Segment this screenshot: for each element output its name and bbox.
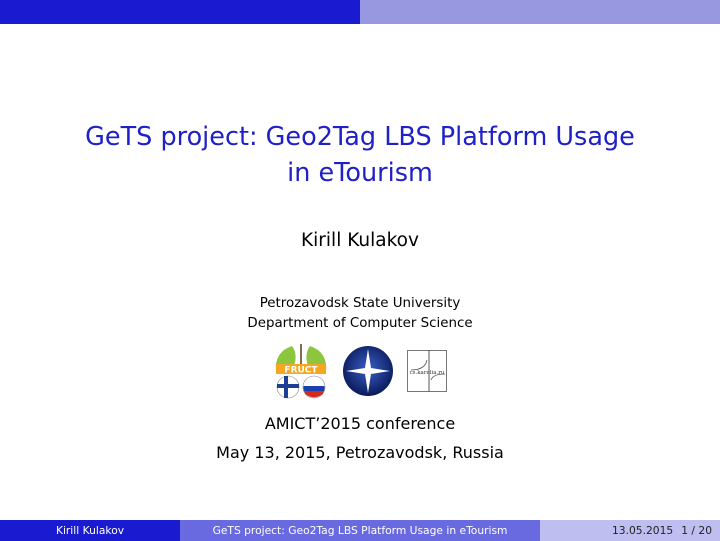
event-info: AMICT’2015 conference May 13, 2015, Petr… — [0, 409, 720, 467]
header-bar-right — [360, 0, 720, 24]
header-bar-left — [0, 0, 360, 24]
institute-line1: Petrozavodsk State University — [259, 296, 461, 311]
footer-page-number: 1 / 20 — [681, 524, 712, 537]
footer-date: 13.05.2015 — [612, 524, 674, 537]
footer-author: Kirill Kulakov — [0, 520, 180, 541]
footer-right: 13.05.2015 1 / 20 — [540, 520, 720, 541]
cs-karelia-logo: cs.karelia.ru — [407, 350, 447, 392]
event-line2: May 13, 2015, Petrozavodsk, Russia — [216, 443, 504, 462]
footer-title: GeTS project: Geo2Tag LBS Platform Usage… — [180, 520, 540, 541]
institute-line2: Department of Computer Science — [247, 315, 473, 331]
slide-title-line2: in eTourism — [287, 158, 433, 188]
slide-title: GeTS project: Geo2Tag LBS Platform Usage… — [40, 119, 680, 191]
cs-karelia-logo-text: cs.karelia.ru — [410, 370, 445, 376]
top-header-bar — [0, 0, 720, 24]
fruct-logo-text: FRUCT — [284, 366, 318, 376]
fruct-logo: FRUCT — [275, 344, 327, 399]
slide-author: Kirill Kulakov — [301, 230, 419, 251]
footer-bar: Kirill Kulakov GeTS project: Geo2Tag LBS… — [0, 520, 720, 541]
event-line1: AMICT’2015 conference — [264, 414, 456, 433]
star-logo — [343, 346, 393, 396]
slide-title-line1: GeTS project: Geo2Tag LBS Platform Usage — [85, 122, 635, 152]
logos-row: FRUCT cs.karelia.ru — [0, 342, 720, 400]
institute: Petrozavodsk State University Department… — [0, 294, 720, 333]
